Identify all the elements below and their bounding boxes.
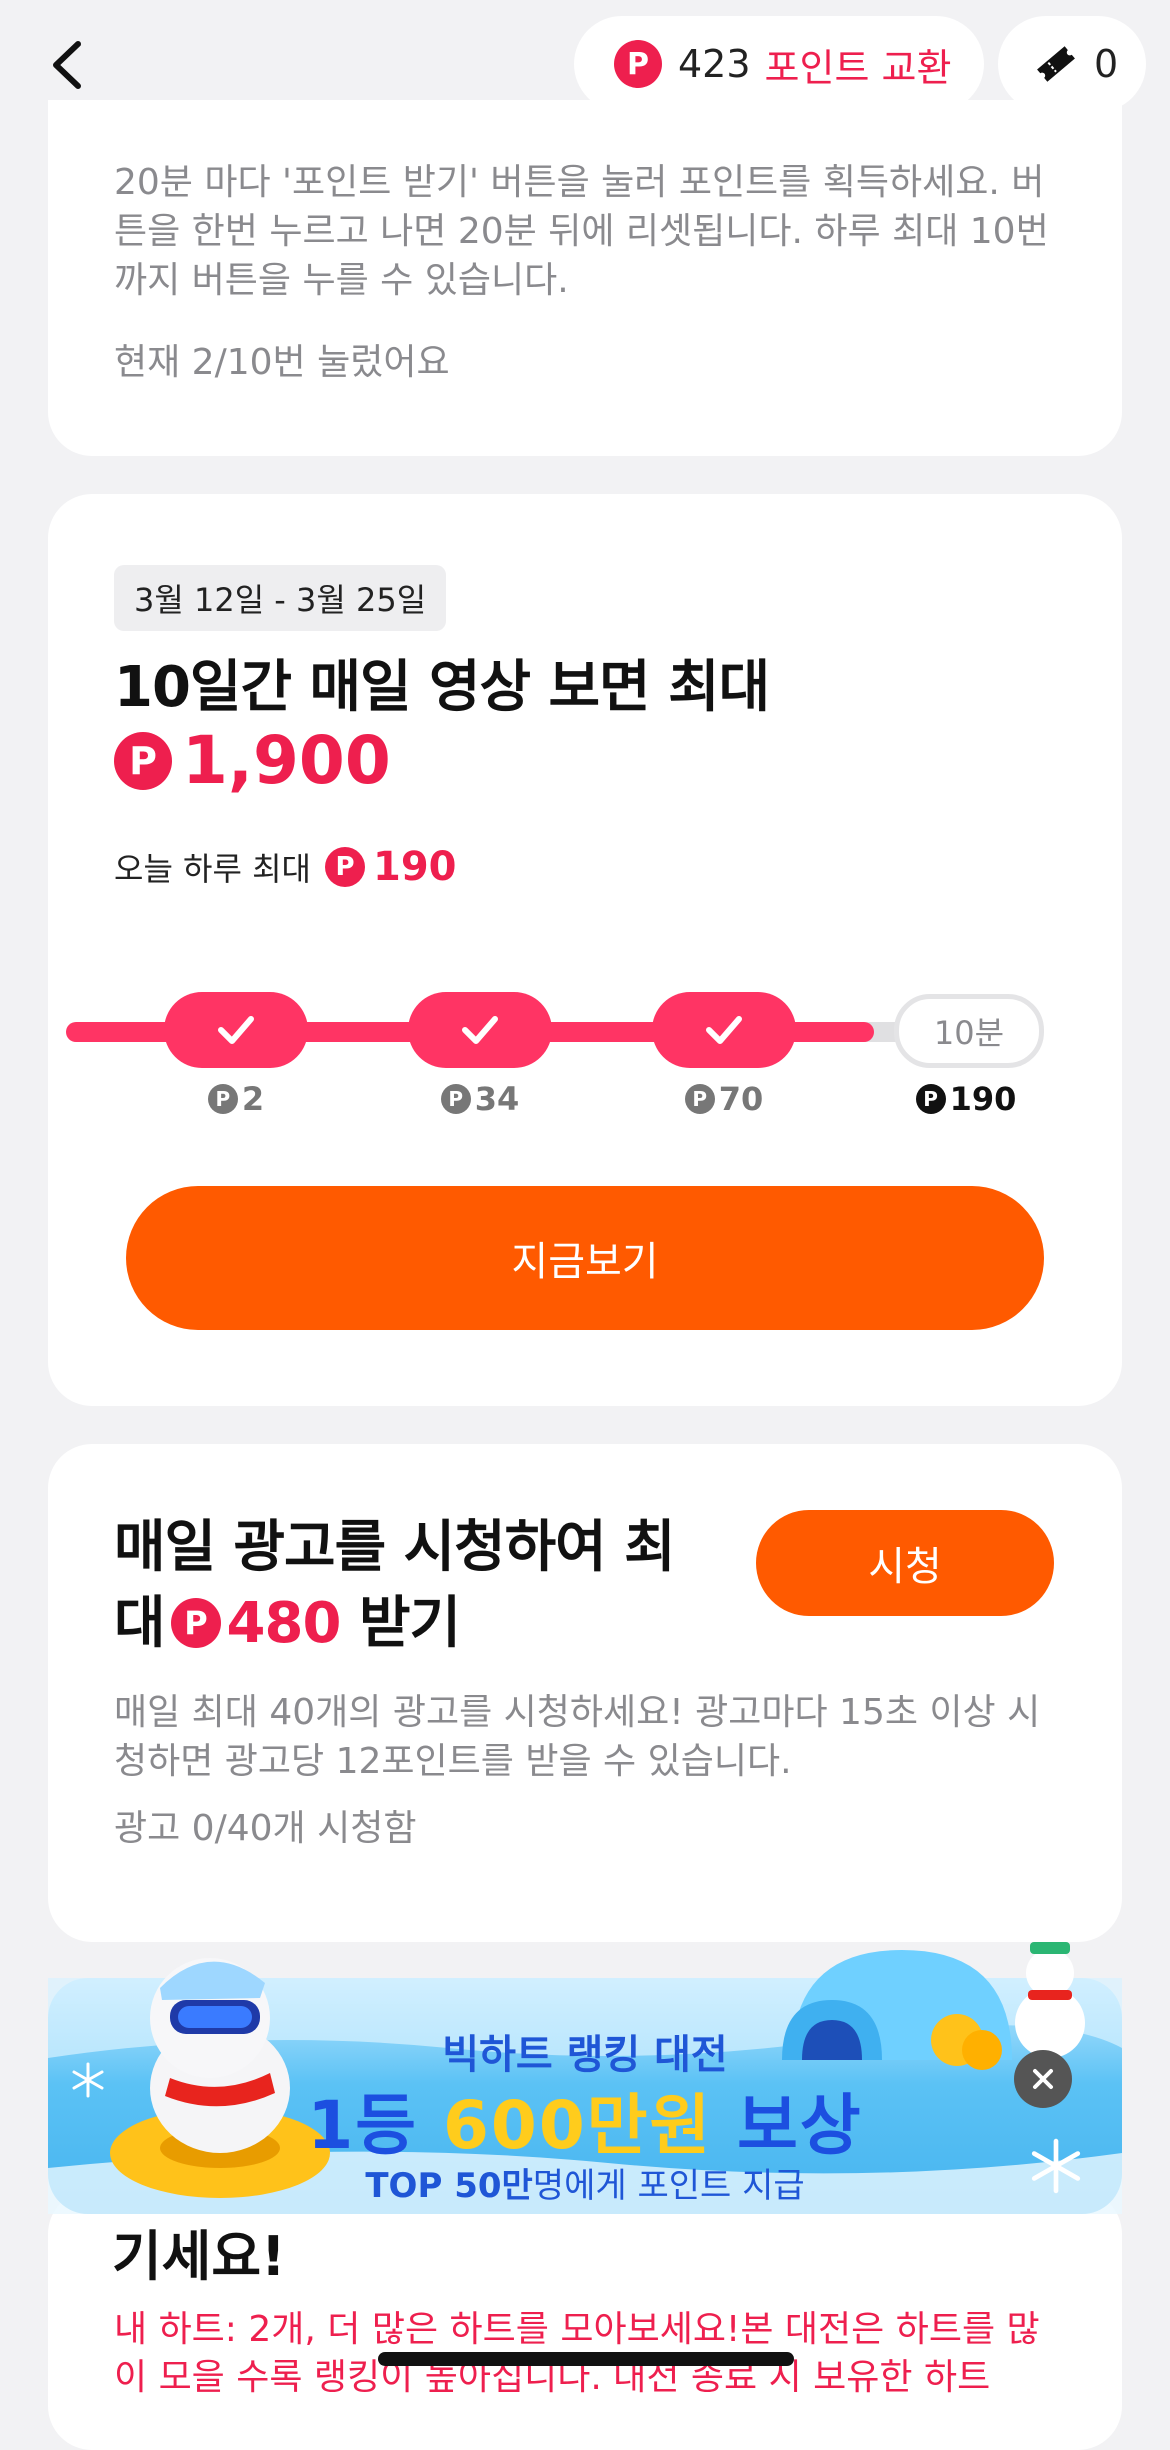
date-range-tag: 3월 12일 - 3월 25일 [114, 565, 447, 631]
point-coin-icon: P [324, 847, 365, 887]
step-1-reward: P 2 [164, 1080, 308, 1118]
ad-watch-description: 매일 최대 40개의 광고를 시청하세요! 광고마다 15초 이상 시청하면 광… [114, 1692, 1041, 1782]
banner-close-button[interactable] [1014, 2050, 1072, 2108]
step-3-reward-value: 70 [718, 1080, 764, 1118]
point-button-description: 20분 마다 '포인트 받기' 버튼을 눌러 포인트를 획득하세요. 버튼을 한… [114, 162, 1049, 301]
ad-progress-text: 광고 0/40개 시청함 [114, 1808, 417, 1849]
step-4-pending: 10분 [894, 994, 1044, 1068]
ticket-button[interactable]: 0 [998, 16, 1146, 112]
point-coin-icon: P [170, 1597, 221, 1648]
step-3-check [652, 992, 796, 1068]
back-button[interactable] [40, 30, 100, 100]
points-balance: 423 [678, 42, 751, 86]
check-icon [706, 1016, 742, 1044]
home-indicator [378, 2352, 794, 2366]
check-icon [218, 1016, 254, 1044]
ticket-count: 0 [1094, 42, 1119, 86]
points-exchange-button[interactable]: P 423 포인트 교환 [574, 16, 984, 112]
ranking-event-banner[interactable]: 빅하트 랭킹 대전 1등 600만원 보상 TOP 50만명에게 포인트 지급 [48, 1942, 1122, 2214]
max-points: P 1,900 [114, 722, 391, 799]
watch-now-button[interactable]: 지금보기 [126, 1186, 1044, 1330]
check-icon [462, 1016, 498, 1044]
step-2-check [408, 992, 552, 1068]
ad-title-points: 480 [226, 1591, 342, 1656]
banner-prize-amount: 600만원 [442, 2087, 713, 2164]
banner-subline-text: 명에게 포인트 지급 [532, 2166, 805, 2206]
chevron-left-icon [53, 41, 81, 89]
banner-top-count: TOP 50만 [365, 2166, 533, 2206]
banner-headline-c: 보상 [712, 2087, 863, 2164]
heart-card-title: 기세요! [112, 2225, 286, 2288]
step-2-reward-value: 34 [474, 1080, 520, 1118]
step-1-reward-value: 2 [241, 1080, 265, 1118]
point-coin-icon: P [114, 731, 172, 790]
step-4-reward: P 190 [894, 1080, 1038, 1118]
banner-headline: 1등 600만원 보상 [48, 2072, 1122, 2168]
step-3-reward: P 70 [652, 1080, 796, 1118]
watch-ad-button[interactable]: 시청 [756, 1510, 1054, 1616]
point-coin-icon: P [684, 1084, 715, 1114]
ad-title-suffix: 받기 [358, 1591, 461, 1656]
ticket-icon [1037, 46, 1075, 82]
today-points-value: 190 [372, 844, 457, 890]
banner-subline: TOP 50만명에게 포인트 지급 [48, 2158, 1122, 2207]
step-2-reward: P 34 [408, 1080, 552, 1118]
ad-watch-card: 매일 광고를 시청하여 최대 P 480 받기 시청 매일 최대 40개의 광고를 … [48, 1444, 1122, 1942]
banner-headline-a: 1등 [307, 2087, 443, 2164]
point-coin-icon: P [440, 1084, 471, 1114]
today-label: 오늘 하루 최대 [114, 850, 311, 888]
point-coin-icon: P [207, 1084, 238, 1114]
step-1-check [164, 992, 308, 1068]
close-icon [1033, 2069, 1053, 2089]
press-progress-text: 현재 2/10번 눌렀어요 [114, 342, 450, 383]
challenge-title: 10일간 매일 영상 보면 최대 [114, 655, 770, 720]
exchange-label: 포인트 교환 [764, 45, 952, 90]
point-coin-icon: P [915, 1084, 946, 1114]
point-button-card: 20분 마다 '포인트 받기' 버튼을 눌러 포인트를 획득하세요. 버튼을 한… [48, 100, 1122, 456]
step-4-reward-value: 190 [949, 1080, 1017, 1118]
ad-watch-title: 매일 광고를 시청하여 최대 P 480 받기 [114, 1510, 714, 1662]
today-max: 오늘 하루 최대 P 190 [114, 844, 456, 890]
max-points-value: 1,900 [182, 722, 391, 799]
point-coin-icon: P [614, 40, 662, 88]
video-challenge-card: 3월 12일 - 3월 25일 10일간 매일 영상 보면 최대 P 1,900… [48, 494, 1122, 1406]
